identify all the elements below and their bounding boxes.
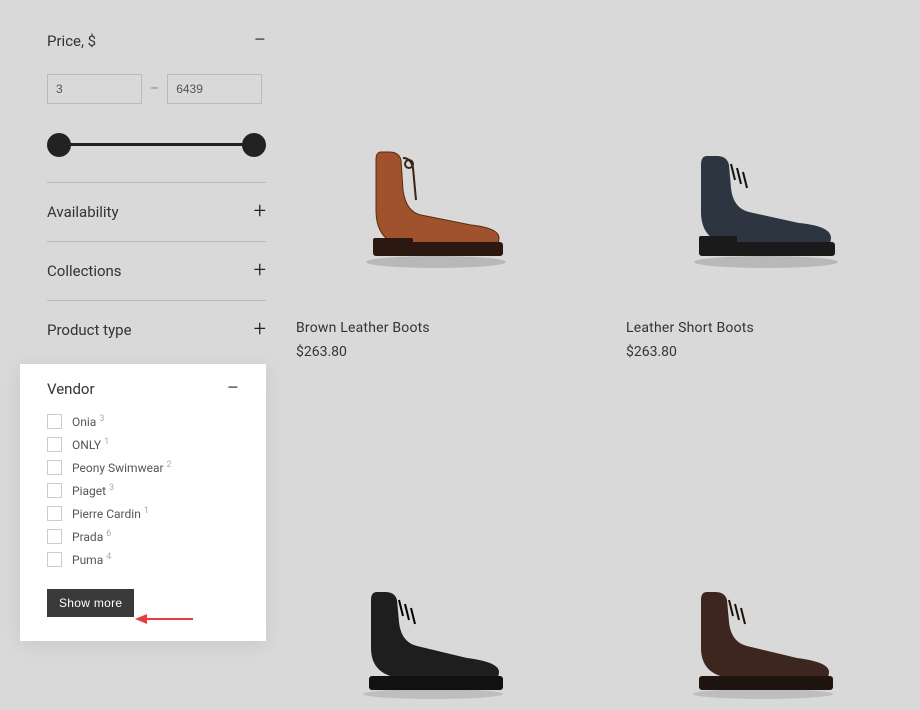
- plus-icon: [254, 201, 266, 223]
- vendor-count: 4: [106, 552, 111, 562]
- price-filter: Price, $ –: [47, 0, 266, 183]
- vendor-option[interactable]: ONLY1: [47, 437, 239, 452]
- vendor-count: 1: [144, 506, 149, 516]
- vendor-count: 1: [104, 437, 109, 447]
- vendor-option[interactable]: Pierre Cardin1: [47, 506, 239, 521]
- vendor-option[interactable]: Onia3: [47, 414, 239, 429]
- product-card[interactable]: Brown Leather Boots $263.80: [296, 0, 546, 360]
- plus-icon: [254, 319, 266, 341]
- vendor-name: Prada: [72, 530, 103, 544]
- product-type-title: Product type: [47, 321, 132, 339]
- checkbox-icon[interactable]: [47, 414, 62, 429]
- vendor-list: Onia3 ONLY1 Peony Swimwear2 Piaget3 Pier…: [47, 414, 239, 567]
- vendor-name: Piaget: [72, 484, 106, 498]
- price-inputs: –: [47, 74, 266, 104]
- availability-title: Availability: [47, 203, 119, 221]
- price-slider[interactable]: [47, 124, 266, 164]
- product-image: [296, 0, 546, 310]
- plus-icon: [254, 260, 266, 282]
- checkbox-icon[interactable]: [47, 437, 62, 452]
- collections-filter: Collections: [47, 242, 266, 301]
- slider-track: [59, 143, 254, 146]
- availability-header[interactable]: Availability: [47, 201, 266, 223]
- checkbox-icon[interactable]: [47, 529, 62, 544]
- minus-icon: [253, 30, 266, 52]
- product-price: $263.80: [626, 344, 876, 360]
- product-grid: Brown Leather Boots $263.80 Leather Shor…: [296, 0, 896, 710]
- vendor-count: 2: [167, 460, 172, 470]
- price-title: Price, $: [47, 32, 96, 50]
- checkbox-icon[interactable]: [47, 506, 62, 521]
- checkbox-icon[interactable]: [47, 460, 62, 475]
- vendor-title: Vendor: [47, 380, 95, 398]
- collections-header[interactable]: Collections: [47, 260, 266, 282]
- product-price: $263.80: [296, 344, 546, 360]
- vendor-count: 3: [99, 414, 104, 424]
- vendor-name: Peony Swimwear: [72, 461, 164, 475]
- vendor-option[interactable]: Peony Swimwear2: [47, 460, 239, 475]
- collections-title: Collections: [47, 262, 122, 280]
- price-max-input[interactable]: [167, 74, 262, 104]
- vendor-name: Onia: [72, 415, 96, 429]
- slider-handle-max[interactable]: [242, 133, 266, 157]
- product-name: Brown Leather Boots: [296, 320, 546, 336]
- price-range-sep: –: [150, 81, 159, 97]
- slider-handle-min[interactable]: [47, 133, 71, 157]
- show-more-button[interactable]: Show more: [47, 589, 134, 617]
- filter-sidebar: Price, $ – Availability Collections Prod…: [47, 0, 266, 359]
- product-card[interactable]: Leather Short Boots $263.80: [626, 0, 876, 360]
- product-image: [626, 440, 876, 710]
- vendor-count: 3: [109, 483, 114, 493]
- product-image: [626, 0, 876, 310]
- vendor-header[interactable]: Vendor: [47, 378, 239, 400]
- vendor-filter-panel: Vendor Onia3 ONLY1 Peony Swimwear2 Piage…: [20, 364, 266, 641]
- vendor-name: Pierre Cardin: [72, 507, 141, 521]
- price-header[interactable]: Price, $: [47, 30, 266, 52]
- vendor-count: 6: [106, 529, 111, 539]
- product-type-filter: Product type: [47, 301, 266, 359]
- vendor-name: ONLY: [72, 438, 101, 452]
- vendor-option[interactable]: Prada6: [47, 529, 239, 544]
- vendor-option[interactable]: Puma4: [47, 552, 239, 567]
- minus-icon: [226, 378, 239, 400]
- vendor-name: Puma: [72, 553, 103, 567]
- product-image: [296, 440, 546, 710]
- checkbox-icon[interactable]: [47, 552, 62, 567]
- product-card[interactable]: [296, 440, 546, 710]
- product-card[interactable]: [626, 440, 876, 710]
- checkbox-icon[interactable]: [47, 483, 62, 498]
- product-type-header[interactable]: Product type: [47, 319, 266, 341]
- price-min-input[interactable]: [47, 74, 142, 104]
- vendor-option[interactable]: Piaget3: [47, 483, 239, 498]
- product-name: Leather Short Boots: [626, 320, 876, 336]
- availability-filter: Availability: [47, 183, 266, 242]
